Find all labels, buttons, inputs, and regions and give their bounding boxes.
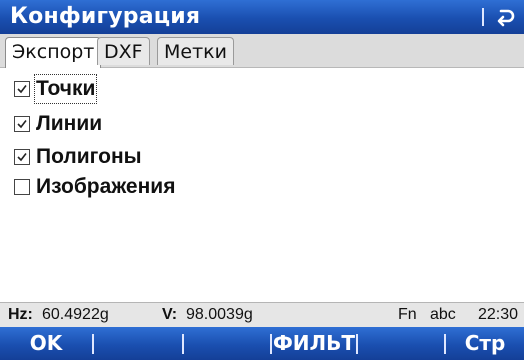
- hz-label: Hz:: [8, 306, 33, 323]
- checkbox-label-points: Точки: [33, 74, 98, 104]
- filter-button[interactable]: ФИЛЬТ: [272, 327, 356, 360]
- softkey-3-button[interactable]: [184, 327, 270, 360]
- softkey-5-button[interactable]: [358, 327, 444, 360]
- hz-value: 60.4922g: [42, 306, 109, 323]
- v-value: 98.0039g: [186, 306, 253, 323]
- softkey-2-button[interactable]: [94, 327, 182, 360]
- input-mode-indicator: abc: [430, 306, 456, 323]
- checkmark-icon: [17, 120, 27, 129]
- checkbox-row-polygons[interactable]: Полигоны: [14, 142, 142, 172]
- window-title: Конфигурация: [10, 4, 201, 29]
- v-label: V:: [162, 306, 178, 323]
- page-button[interactable]: Стр: [446, 327, 524, 360]
- ok-button[interactable]: OK: [0, 327, 92, 360]
- checkbox-row-points[interactable]: Точки: [14, 74, 98, 104]
- undo-arrow-icon[interactable]: [490, 0, 520, 34]
- fn-indicator: Fn: [398, 306, 417, 323]
- checkbox-polygons[interactable]: [14, 149, 30, 165]
- export-settings-panel: Точки Линии Полигоны Изображения: [0, 68, 524, 300]
- status-bar: Hz: 60.4922g V: 98.0039g Fn abc 22:30: [0, 302, 524, 328]
- clock: 22:30: [478, 306, 519, 323]
- tab-strip: Экспорт DXF Метки: [0, 34, 524, 68]
- checkbox-lines[interactable]: [14, 116, 30, 132]
- softkey-bar: OK ФИЛЬТ Стр: [0, 327, 524, 360]
- title-bar: Конфигурация: [0, 0, 524, 34]
- checkbox-points[interactable]: [14, 81, 30, 97]
- tab-dxf[interactable]: DXF: [97, 37, 150, 65]
- checkbox-label-lines: Линии: [36, 112, 103, 135]
- checkbox-row-lines[interactable]: Линии: [14, 109, 102, 139]
- tab-export[interactable]: Экспорт: [5, 37, 102, 68]
- checkbox-label-images: Изображения: [36, 175, 176, 198]
- checkbox-images[interactable]: [14, 179, 30, 195]
- checkmark-icon: [17, 153, 27, 162]
- checkbox-row-images[interactable]: Изображения: [14, 172, 175, 202]
- title-separator: [482, 8, 484, 26]
- checkmark-icon: [17, 85, 27, 94]
- tab-labels[interactable]: Метки: [157, 37, 234, 65]
- checkbox-label-polygons: Полигоны: [36, 145, 142, 168]
